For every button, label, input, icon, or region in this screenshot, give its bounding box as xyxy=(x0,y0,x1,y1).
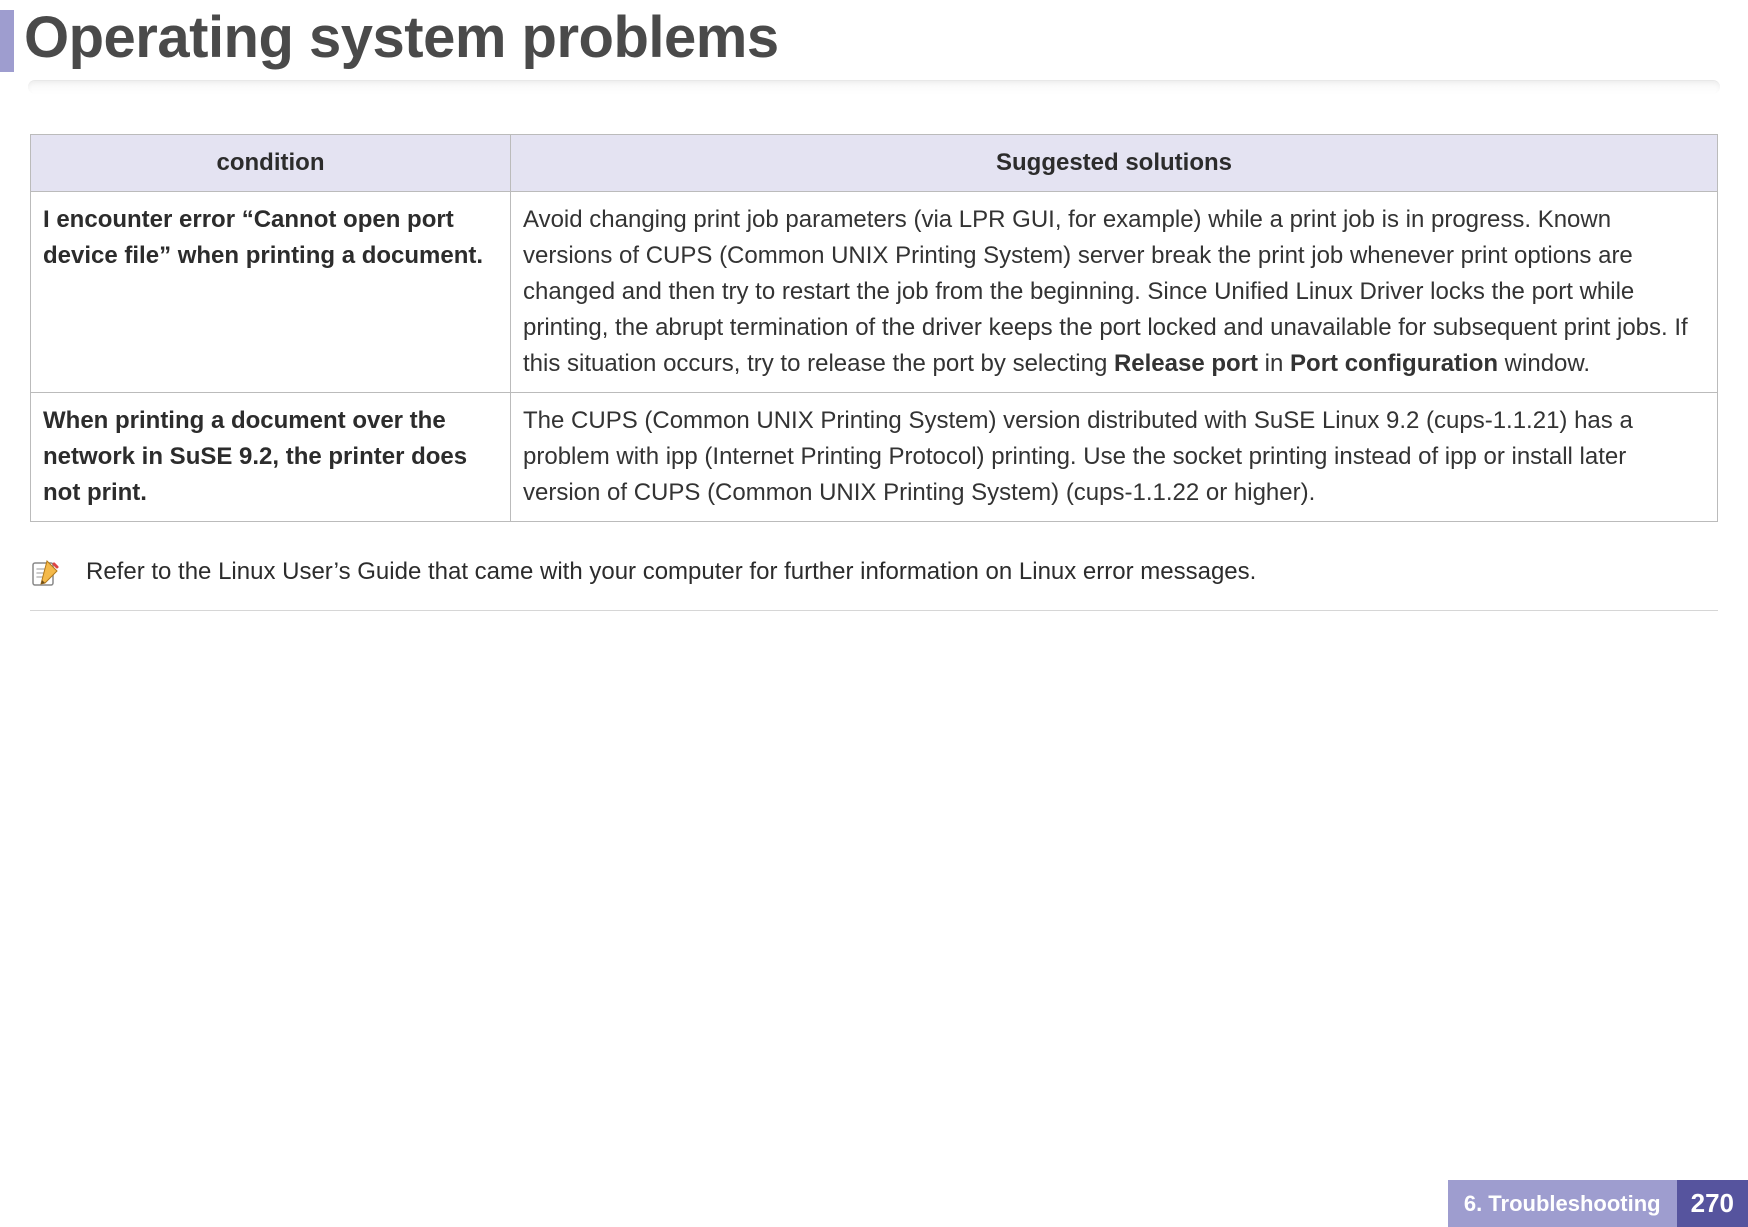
note-pencil-icon xyxy=(30,558,60,588)
table-row: When printing a document over the networ… xyxy=(31,393,1718,522)
col-header-solution: Suggested solutions xyxy=(511,135,1718,192)
cell-solution: Avoid changing print job parameters (via… xyxy=(511,192,1718,393)
cell-solution-text: Avoid changing print job parameters (via… xyxy=(523,202,1705,382)
title-bar: Operating system problems xyxy=(0,0,1748,72)
page-title: Operating system problems xyxy=(24,4,779,71)
cell-solution-text: The CUPS (Common UNIX Printing System) v… xyxy=(523,403,1705,511)
title-accent-bar xyxy=(0,10,14,72)
page-content: condition Suggested solutions I encounte… xyxy=(0,94,1748,611)
troubleshooting-table: condition Suggested solutions I encounte… xyxy=(30,134,1718,522)
cell-condition: I encounter error “Cannot open port devi… xyxy=(31,192,511,393)
footer-page-number: 270 xyxy=(1677,1180,1748,1227)
note-row: Refer to the Linux User’s Guide that cam… xyxy=(30,556,1718,611)
table-row: I encounter error “Cannot open port devi… xyxy=(31,192,1718,393)
footer-chapter-label: 6. Troubleshooting xyxy=(1448,1180,1677,1227)
header-shadow-divider xyxy=(28,80,1720,94)
col-header-condition: condition xyxy=(31,135,511,192)
cell-condition: When printing a document over the networ… xyxy=(31,393,511,522)
page-footer: 6. Troubleshooting 270 xyxy=(1448,1180,1748,1227)
note-text: Refer to the Linux User’s Guide that cam… xyxy=(86,556,1256,586)
cell-solution: The CUPS (Common UNIX Printing System) v… xyxy=(511,393,1718,522)
table-header-row: condition Suggested solutions xyxy=(31,135,1718,192)
